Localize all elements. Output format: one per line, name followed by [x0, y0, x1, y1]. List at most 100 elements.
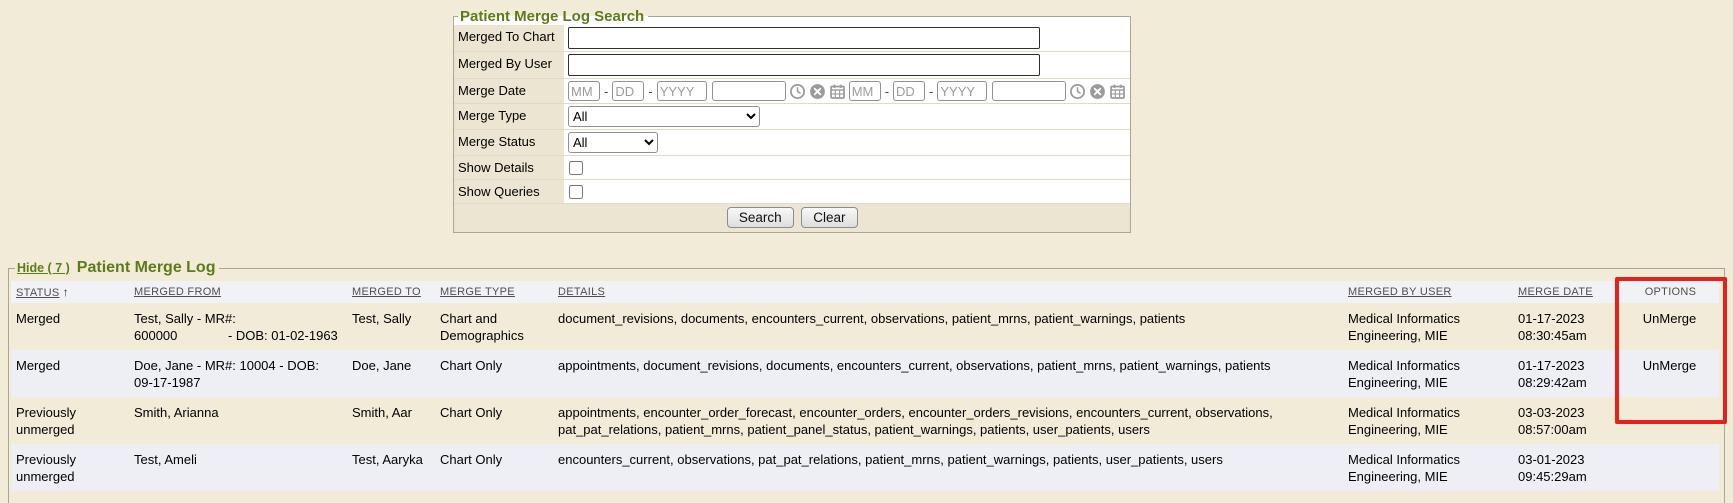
options-cell — [1623, 444, 1719, 491]
sort-merged-from-link[interactable]: MERGED FROM — [134, 286, 221, 298]
merge-date-cell: 03-03-2023 08:57:00am — [1513, 397, 1623, 444]
merged-to-cell: Test, Sally — [347, 303, 435, 350]
column-header-merged-to: MERGED TO — [347, 281, 435, 303]
date-separator: - — [885, 84, 889, 99]
show-details-row: Show Details — [454, 155, 1130, 179]
merged-by-user-cell: Medical Informatics Engineering, MIE — [1343, 397, 1513, 444]
column-header-merged-from: MERGED FROM — [129, 281, 347, 303]
sort-ascending-icon: ↑ — [63, 285, 69, 299]
merge-type-cell: Chart Only — [435, 397, 553, 444]
merge-date-to-day-input[interactable] — [893, 81, 925, 101]
sort-merged-by-user-link[interactable]: MERGED BY USER — [1348, 286, 1452, 298]
search-panel-legend: Patient Merge Log Search — [458, 8, 648, 25]
sort-status-link[interactable]: STATUS — [16, 287, 60, 299]
merge-date-from-year-input[interactable] — [657, 81, 707, 101]
details-cell: document_revisions, documents, encounter… — [553, 303, 1343, 350]
show-details-input-cell — [564, 156, 1130, 179]
merge-type-row: Merge Type All — [454, 103, 1130, 129]
merge-date-input-cell: - - - - — [564, 79, 1130, 103]
calendar-icon[interactable] — [829, 83, 846, 100]
hide-link[interactable]: Hide ( 7 ) — [17, 261, 70, 275]
merged-to-chart-input-cell — [564, 25, 1130, 51]
date-separator: - — [929, 84, 933, 99]
status-cell: Merged — [11, 350, 129, 397]
show-queries-row: Show Queries — [454, 179, 1130, 203]
merged-by-user-input-cell — [564, 52, 1130, 78]
merge-date-from-month-input[interactable] — [568, 81, 600, 101]
details-cell: appointments, document_revisions, docume… — [553, 350, 1343, 397]
merge-date-cell: 03-01-2023 09:45:29am — [1513, 444, 1623, 491]
merged-to-chart-row: Merged To Chart — [454, 25, 1130, 51]
sort-details-link[interactable]: DETAILS — [558, 286, 605, 298]
merge-type-cell: Chart and Demographics — [435, 303, 553, 350]
table-header-row: STATUS↑ MERGED FROM MERGED TO MERGE TYPE… — [11, 281, 1719, 303]
show-queries-checkbox[interactable] — [569, 185, 583, 199]
merge-date-label: Merge Date — [454, 79, 564, 103]
merged-to-cell: Doe, Jane — [347, 350, 435, 397]
merge-log-table-container: STATUS↑ MERGED FROM MERGED TO MERGE TYPE… — [11, 281, 1722, 491]
merge-date-from-day-input[interactable] — [612, 81, 644, 101]
options-cell — [1623, 397, 1719, 444]
table-row: Merged Test, Sally - MR#: 600000 - DOB: … — [11, 303, 1719, 350]
merge-status-input-cell: All — [564, 130, 1130, 155]
merge-date-to-month-input[interactable] — [849, 81, 881, 101]
merged-by-user-cell: Medical Informatics Engineering, MIE — [1343, 303, 1513, 350]
unmerge-link[interactable]: UnMerge — [1643, 311, 1696, 326]
patient-merge-log-search-panel: Patient Merge Log Search Merged To Chart… — [453, 8, 1131, 233]
merge-status-select[interactable]: All — [568, 132, 658, 153]
merge-status-label: Merge Status — [454, 130, 564, 155]
sort-merge-date-link[interactable]: MERGE DATE — [1518, 286, 1593, 298]
column-header-merge-date: MERGE DATE — [1513, 281, 1623, 303]
clock-icon[interactable] — [1069, 83, 1086, 100]
merge-date-to-time-input[interactable] — [992, 81, 1066, 101]
log-panel-legend: Hide ( 7 )Patient Merge Log — [15, 259, 219, 277]
merged-by-user-input[interactable] — [568, 54, 1040, 76]
column-header-status: STATUS↑ — [11, 281, 129, 303]
merged-by-user-row: Merged By User — [454, 51, 1130, 78]
table-row: Previously unmerged Test, Ameli Test, Aa… — [11, 444, 1719, 491]
merged-to-chart-input[interactable] — [568, 27, 1040, 49]
x-circle-icon[interactable] — [1089, 83, 1106, 100]
column-header-merged-by-user: MERGED BY USER — [1343, 281, 1513, 303]
column-header-merge-type: MERGE TYPE — [435, 281, 553, 303]
merged-from-cell: Doe, Jane - MR#: 10004 - DOB: 09-17-1987 — [129, 350, 347, 397]
merge-type-label: Merge Type — [454, 104, 564, 129]
clear-button[interactable]: Clear — [801, 207, 857, 228]
status-cell: Merged — [11, 303, 129, 350]
date-separator: - — [604, 84, 608, 99]
merge-date-cell: 01-17-2023 08:30:45am — [1513, 303, 1623, 350]
search-panel-footer: Search Clear — [454, 203, 1130, 232]
table-row: Previously unmerged Smith, Arianna Smith… — [11, 397, 1719, 444]
sort-merge-type-link[interactable]: MERGE TYPE — [440, 286, 515, 298]
status-cell: Previously unmerged — [11, 397, 129, 444]
merge-type-cell: Chart Only — [435, 350, 553, 397]
merge-date-from-time-input[interactable] — [712, 81, 786, 101]
clock-icon[interactable] — [789, 83, 806, 100]
table-row: Merged Doe, Jane - MR#: 10004 - DOB: 09-… — [11, 350, 1719, 397]
merge-date-cell: 01-17-2023 08:29:42am — [1513, 350, 1623, 397]
merged-by-user-cell: Medical Informatics Engineering, MIE — [1343, 350, 1513, 397]
sort-merged-to-link[interactable]: MERGED TO — [352, 286, 421, 298]
merge-type-select[interactable]: All — [568, 106, 760, 127]
calendar-icon[interactable] — [1109, 83, 1126, 100]
merged-to-cell: Smith, Aar — [347, 397, 435, 444]
status-cell: Previously unmerged — [11, 444, 129, 491]
merge-log-table: STATUS↑ MERGED FROM MERGED TO MERGE TYPE… — [11, 281, 1719, 491]
search-button[interactable]: Search — [727, 207, 794, 228]
show-details-checkbox[interactable] — [569, 161, 583, 175]
merged-from-cell: Test, Ameli — [129, 444, 347, 491]
column-header-options: OPTIONS — [1623, 281, 1719, 303]
show-queries-input-cell — [564, 180, 1130, 203]
options-cell: UnMerge — [1623, 350, 1719, 397]
date-separator: - — [648, 84, 652, 99]
merge-type-input-cell: All — [564, 104, 1130, 129]
unmerge-link[interactable]: UnMerge — [1643, 358, 1696, 373]
merged-to-chart-label: Merged To Chart — [454, 25, 564, 51]
merged-from-cell: Smith, Arianna — [129, 397, 347, 444]
column-header-details: DETAILS — [553, 281, 1343, 303]
merge-type-cell: Chart Only — [435, 444, 553, 491]
patient-merge-log-panel: Hide ( 7 )Patient Merge Log STATUS↑ MERG… — [8, 259, 1725, 503]
merge-date-to-year-input[interactable] — [937, 81, 987, 101]
x-circle-icon[interactable] — [809, 83, 826, 100]
details-cell: encounters_current, observations, pat_pa… — [553, 444, 1343, 491]
